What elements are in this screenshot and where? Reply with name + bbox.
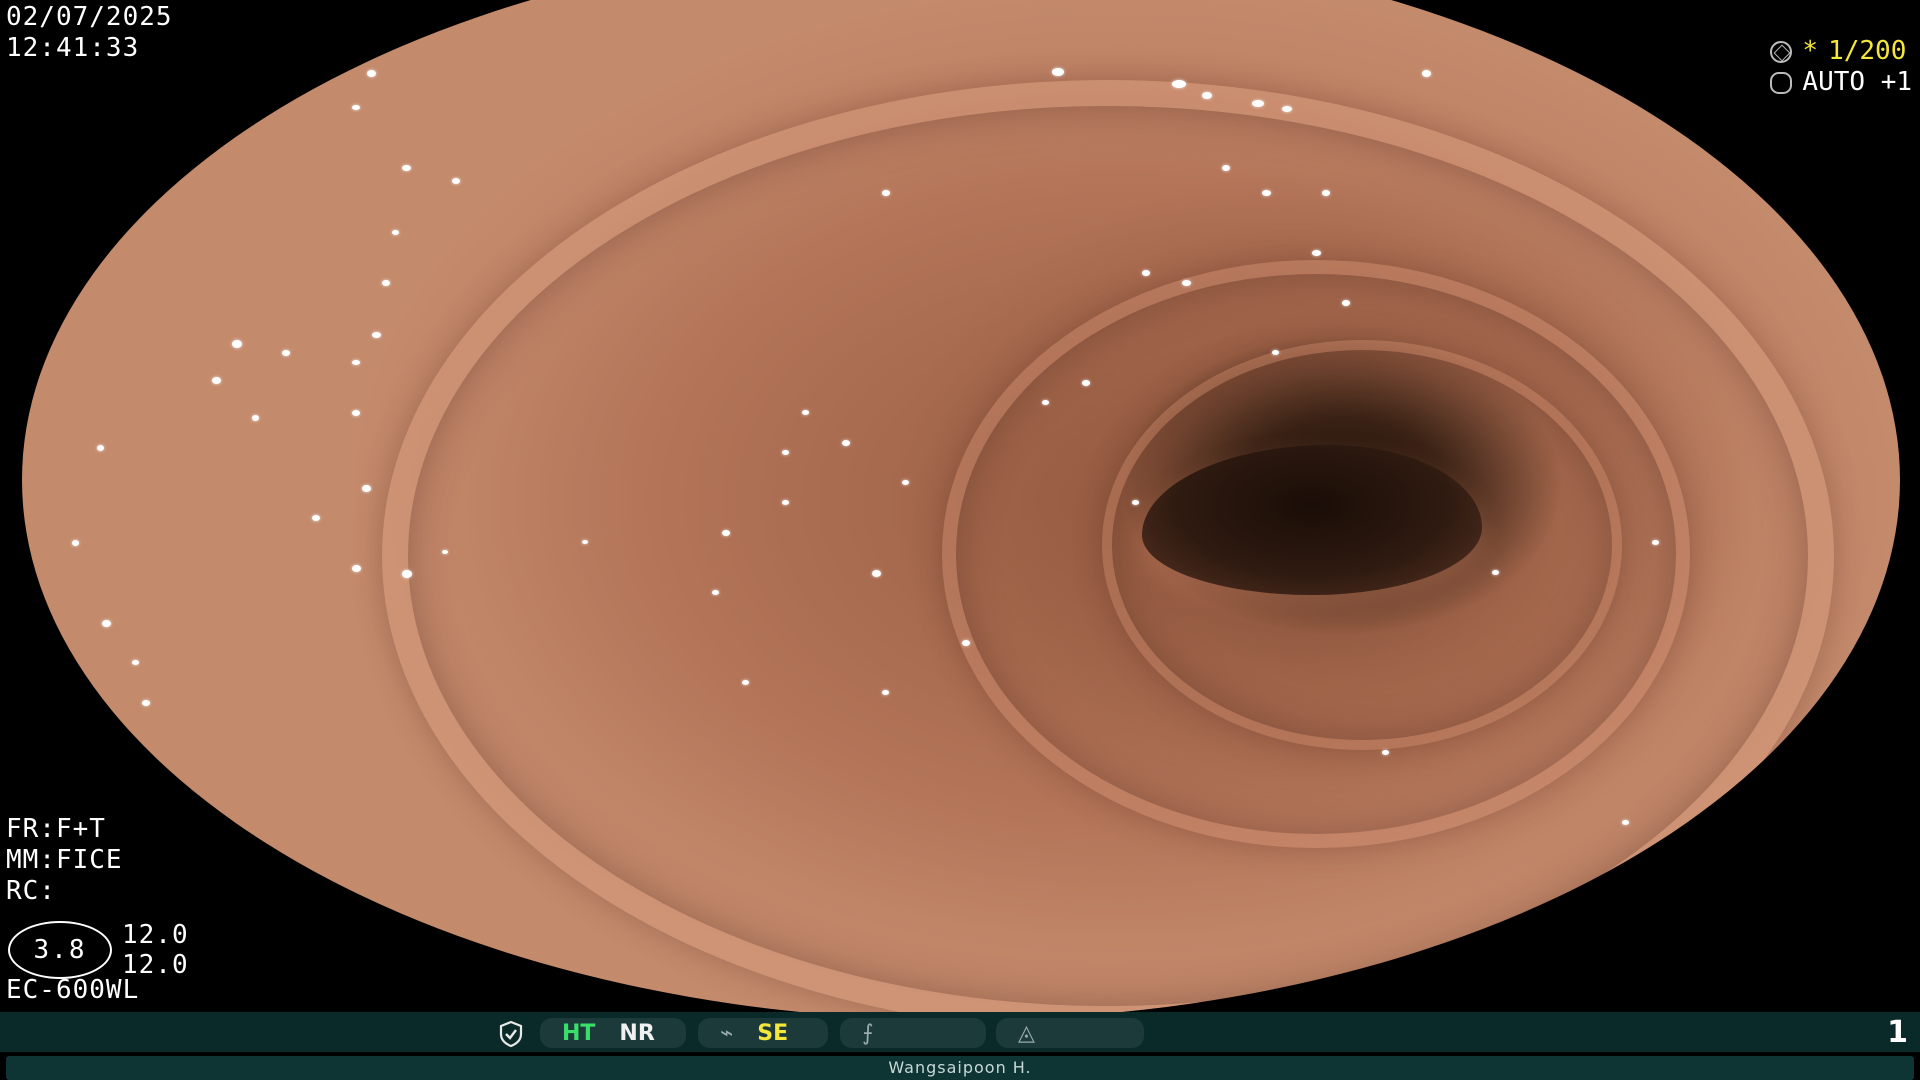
mm-label: MM:FICE <box>6 845 123 875</box>
specular-highlight <box>142 700 150 706</box>
specular-highlight <box>902 480 909 485</box>
specular-highlight <box>1182 280 1191 286</box>
specular-highlight <box>1282 106 1292 112</box>
specular-highlight <box>282 350 290 356</box>
specular-highlight <box>352 565 361 572</box>
specular-highlight <box>1172 80 1186 88</box>
function-indicator[interactable]: ⨍ <box>840 1018 986 1048</box>
specular-highlight <box>1042 400 1049 405</box>
processing-info: FR:F+T MM:FICE RC: <box>6 814 123 907</box>
specular-highlight <box>402 570 412 578</box>
rc-label: RC: <box>6 876 56 906</box>
iris-row: AUTO +1 <box>1770 67 1912 98</box>
specular-highlight <box>97 445 104 451</box>
zoom-info: 3.8 12.0 12.0 <box>8 920 189 980</box>
specular-highlight <box>582 540 588 544</box>
shutter-row: * 1/200 <box>1770 36 1912 67</box>
specular-highlight <box>802 410 809 415</box>
specular-highlight <box>782 500 789 505</box>
specular-highlight <box>382 280 390 286</box>
specular-highlight <box>1262 190 1271 196</box>
specular-highlight <box>712 590 719 595</box>
specular-highlight <box>372 332 381 338</box>
specular-highlight <box>212 377 221 384</box>
se-indicator[interactable]: ⌁ SE <box>698 1018 828 1048</box>
specular-highlight <box>722 530 730 536</box>
specular-highlight <box>1272 350 1279 355</box>
specular-highlight <box>102 620 111 627</box>
specular-highlight <box>882 690 889 695</box>
specular-highlight <box>1322 190 1330 196</box>
specular-highlight <box>392 230 399 235</box>
specular-highlight <box>742 680 749 685</box>
scope-icon: ⌁ <box>720 1020 734 1046</box>
specular-highlight <box>72 540 79 546</box>
specular-highlight <box>842 440 850 446</box>
specular-highlight <box>1492 570 1499 575</box>
specular-highlight <box>1422 70 1431 77</box>
shutter-prefix: * <box>1802 36 1819 66</box>
specular-highlight <box>782 450 789 455</box>
exposure-info: * 1/200 AUTO +1 <box>1770 36 1912 98</box>
specular-highlight <box>872 570 881 577</box>
capture-icon: ◬ <box>1018 1020 1035 1046</box>
specular-highlight <box>302 20 312 26</box>
fr-label: FR:F+T <box>6 814 106 844</box>
endoscopy-screen: 02/07/2025 12:41:33 * 1/200 AUTO +1 FR:F+… <box>0 0 1920 1080</box>
specular-highlight <box>1222 165 1230 171</box>
capture-indicator[interactable]: ◬ <box>996 1018 1144 1048</box>
shutter-value: 1/200 <box>1828 36 1907 66</box>
specular-highlight <box>1202 92 1212 99</box>
specular-highlight <box>252 415 259 421</box>
se-label: SE <box>757 1020 789 1046</box>
zoom-badge: 3.8 <box>8 921 112 979</box>
ht-label: HT <box>562 1020 596 1046</box>
specular-highlight <box>232 340 242 348</box>
specular-highlight <box>1312 250 1321 256</box>
specular-highlight <box>1052 68 1064 76</box>
specular-highlight <box>1652 540 1659 545</box>
endoscopic-image <box>22 0 1900 1020</box>
shield-check-icon[interactable] <box>496 1020 526 1048</box>
specular-highlight <box>1382 750 1389 755</box>
specular-highlight <box>1342 300 1350 306</box>
specular-highlight <box>1252 100 1264 107</box>
specular-highlight <box>352 105 360 110</box>
specular-highlight <box>402 165 411 171</box>
iris-icon <box>1770 71 1793 94</box>
specular-highlight <box>962 640 970 646</box>
specular-highlight <box>1142 270 1150 276</box>
specular-highlight <box>442 550 448 554</box>
specular-highlight <box>1132 500 1139 505</box>
specular-highlight <box>132 660 139 665</box>
zoom-values: 12.0 12.0 <box>122 920 189 980</box>
specular-highlight <box>322 2 330 8</box>
zoom-value-1: 12.0 <box>122 920 189 950</box>
ht-nr-indicator[interactable]: HT NR <box>540 1018 686 1048</box>
specular-highlight <box>1082 380 1090 386</box>
specular-highlight <box>362 485 371 492</box>
specular-highlight <box>367 70 376 77</box>
iris-value: AUTO +1 <box>1802 67 1912 97</box>
scope-model: EC-600WL <box>6 975 140 1005</box>
specular-highlight <box>352 410 360 416</box>
specular-highlight <box>452 178 460 184</box>
nr-label: NR <box>619 1020 655 1046</box>
specular-highlight <box>1622 820 1629 825</box>
shutter-icon <box>1770 40 1793 63</box>
specular-highlight <box>312 515 320 521</box>
time: 12:41:33 <box>6 33 140 63</box>
date: 02/07/2025 <box>6 2 173 32</box>
operator-name: Wangsaipoon H. <box>888 1058 1032 1077</box>
function-icon: ⨍ <box>862 1020 874 1046</box>
specular-highlight <box>882 190 890 196</box>
specular-highlight <box>352 360 360 365</box>
page-number: 1 <box>1887 1015 1908 1050</box>
datetime: 02/07/2025 12:41:33 <box>6 2 173 64</box>
